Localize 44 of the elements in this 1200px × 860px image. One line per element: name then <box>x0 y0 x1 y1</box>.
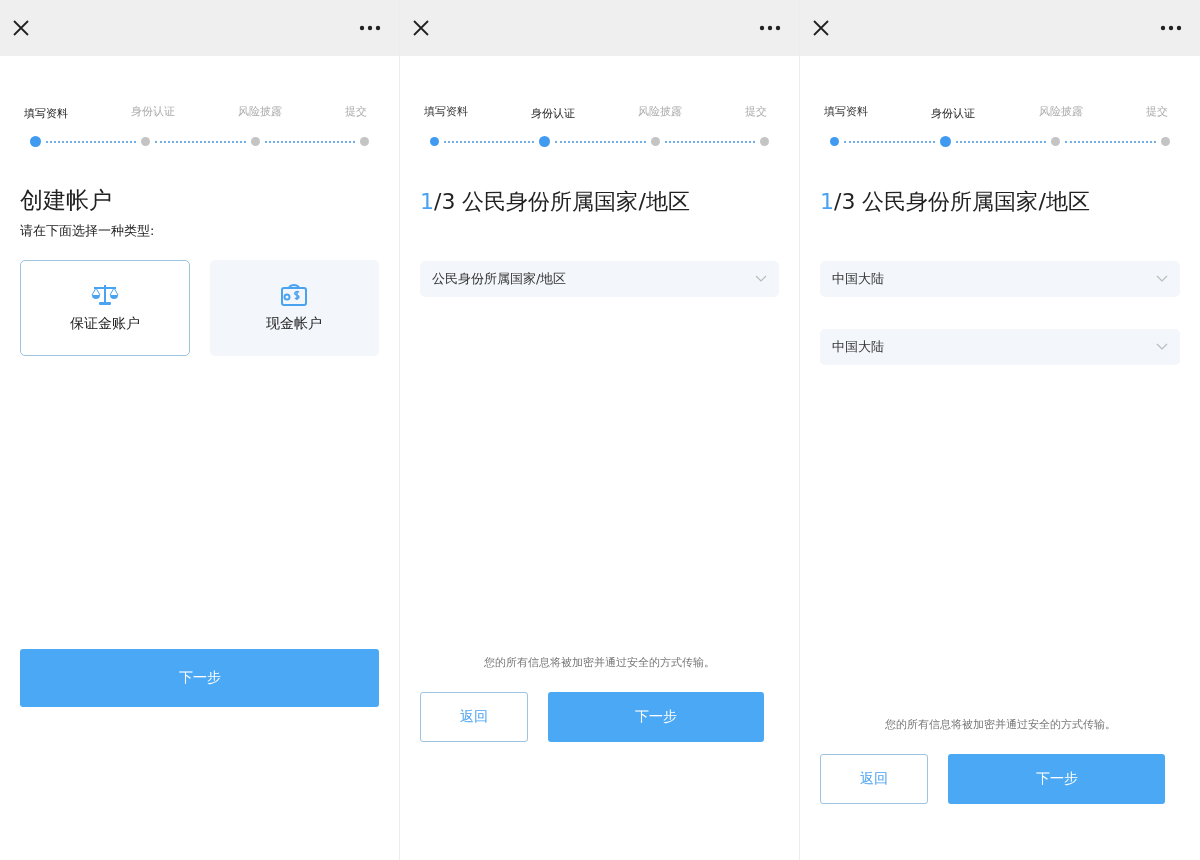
chevron-down-icon <box>755 275 767 283</box>
step-label[interactable]: 身份认证 <box>131 104 175 119</box>
back-button[interactable]: 返回 <box>820 754 928 804</box>
step-label[interactable]: 风险披露 <box>238 104 282 119</box>
account-type-card[interactable]: 保证金账户 <box>20 260 190 356</box>
step-label[interactable]: 风险披露 <box>638 104 682 119</box>
step-label[interactable]: 身份认证 <box>931 106 976 121</box>
more-icon[interactable] <box>359 25 381 31</box>
card-label: 保证金账户 <box>69 315 140 333</box>
field-value: 中国大陆 <box>832 338 884 356</box>
back-button[interactable]: 返回 <box>420 692 528 742</box>
chevron-down-icon <box>1156 343 1168 351</box>
step-label[interactable]: 填写资料 <box>24 106 68 121</box>
dropdown-field[interactable]: 中国大陆 <box>820 329 1180 365</box>
close-icon[interactable] <box>812 19 830 37</box>
step-label[interactable]: 风险披露 <box>1038 104 1083 119</box>
card-label: 现金帐户 <box>266 315 323 333</box>
step-label[interactable]: 填写资料 <box>424 104 468 119</box>
scale-icon <box>90 283 119 307</box>
security-note: 您的所有信息将被加密并通过安全的方式传输。 <box>883 717 1117 732</box>
next-button[interactable]: 下一步 <box>20 649 379 707</box>
field-value: 中国大陆 <box>832 270 884 288</box>
page-title: 创建帐户 <box>20 186 113 215</box>
chevron-down-icon <box>1156 275 1168 283</box>
wallet-icon <box>280 283 309 307</box>
step-label[interactable]: 填写资料 <box>824 104 868 119</box>
step-heading: 1/3 公民身份所属国家/地区 <box>420 188 691 216</box>
step-heading: 1/3 公民身份所属国家/地区 <box>820 188 1091 216</box>
more-icon[interactable] <box>759 25 781 31</box>
step-label[interactable]: 身份认证 <box>531 106 575 121</box>
dropdown-field[interactable]: 公民身份所属国家/地区 <box>420 261 779 297</box>
next-button[interactable]: 下一步 <box>548 692 764 742</box>
step-label[interactable]: 提交 <box>1146 104 1168 119</box>
account-type-card[interactable]: 现金帐户 <box>209 260 379 356</box>
step-label[interactable]: 提交 <box>745 104 767 119</box>
more-icon[interactable] <box>1160 25 1182 31</box>
field-placeholder: 公民身份所属国家/地区 <box>432 270 567 288</box>
next-button[interactable]: 下一步 <box>948 754 1165 804</box>
step-label[interactable]: 提交 <box>345 104 367 119</box>
close-icon[interactable] <box>412 19 430 37</box>
instruction-text: 请在下面选择一种类型: <box>20 222 156 240</box>
security-note: 您的所有信息将被加密并通过安全的方式传输。 <box>483 655 716 670</box>
dropdown-field[interactable]: 中国大陆 <box>820 261 1180 297</box>
close-icon[interactable] <box>12 19 30 37</box>
